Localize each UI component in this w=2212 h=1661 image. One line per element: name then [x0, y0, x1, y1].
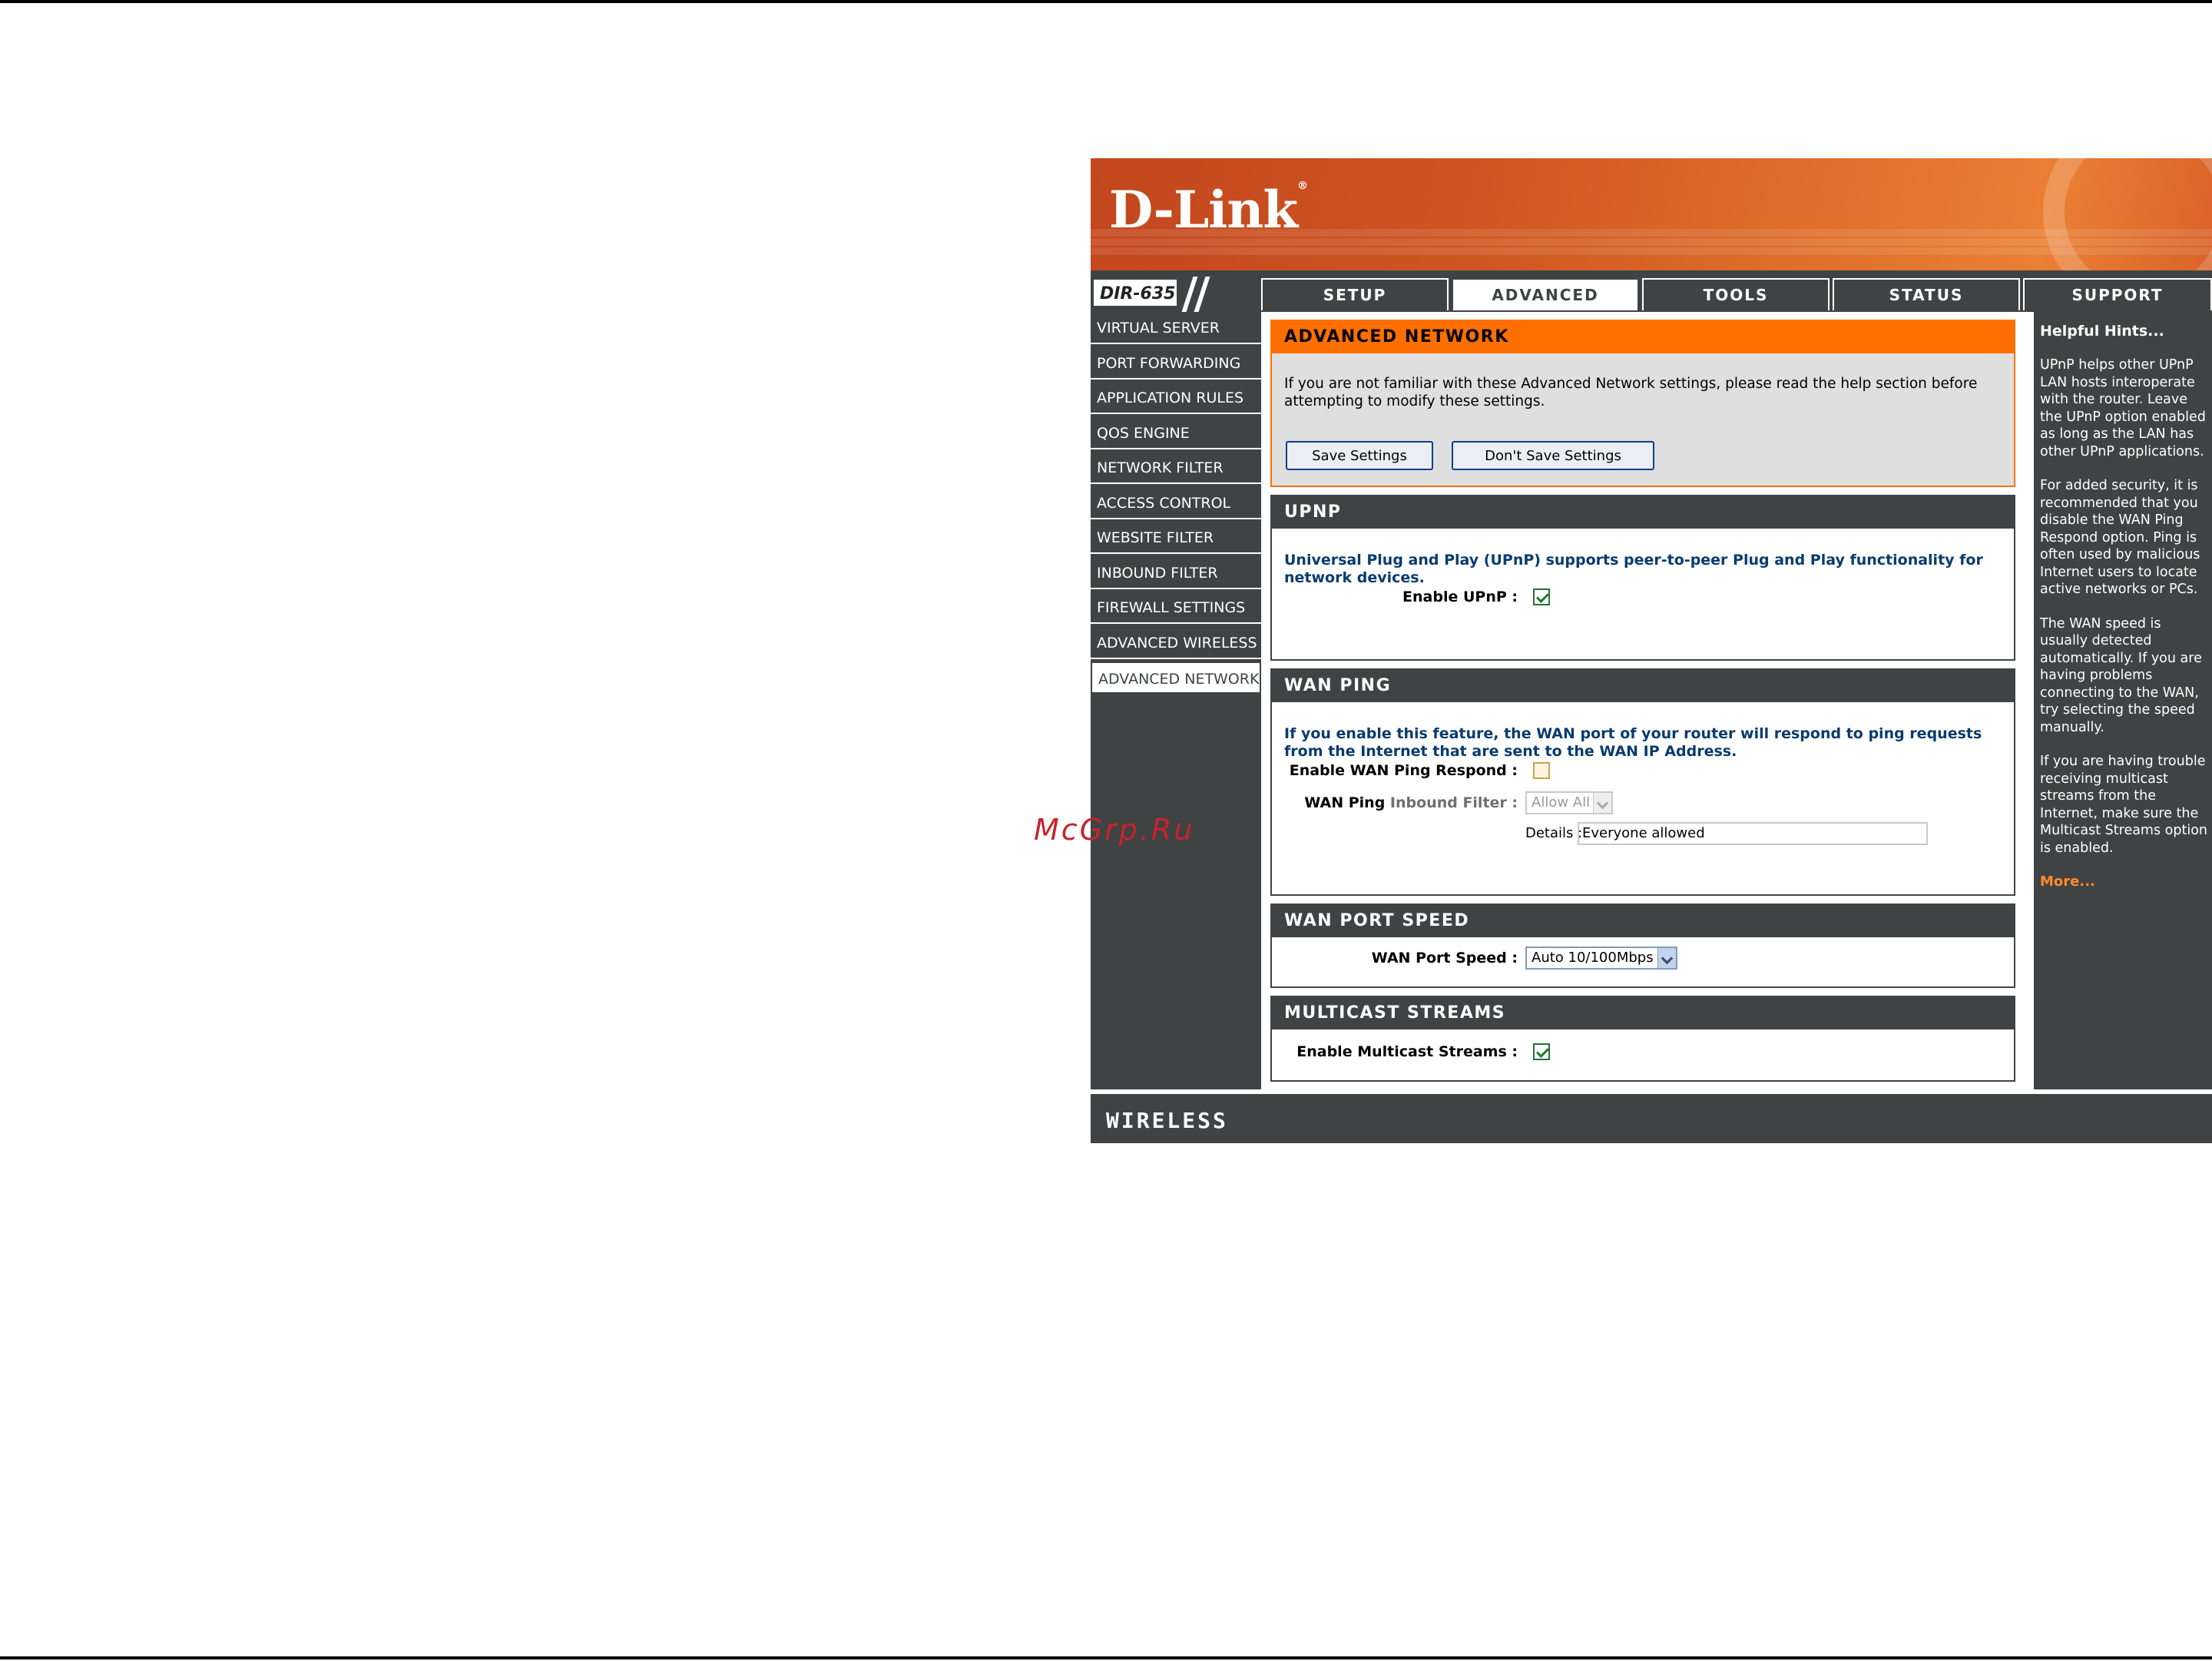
header-banner: D-Link®	[1091, 158, 2212, 270]
hint-multicast: If you are having trouble receiving mult…	[2040, 754, 2207, 856]
tab-support[interactable]: SUPPORT	[2023, 278, 2212, 310]
main-content: ADVANCED NETWORK If you are not familiar…	[1261, 312, 2029, 1089]
tab-tools[interactable]: TOOLS	[1642, 278, 1830, 310]
model-name: DIR-635	[1100, 284, 1176, 303]
sidebar-item-firewall-settings[interactable]: FIREWALL SETTINGS	[1091, 592, 1261, 624]
router-admin-window: D-Link® DIR-635 SETUP ADVANCED TOOLS STA…	[1091, 158, 2212, 1143]
wan-ping-filter-row: WAN Ping Inbound Filter : Allow All	[1272, 791, 2014, 814]
model-badge: DIR-635	[1092, 277, 1260, 312]
dlink-logo: D-Link®	[1109, 180, 1308, 240]
wan-ping-description: If you enable this feature, the WAN port…	[1284, 725, 1982, 760]
intro-text: If you are not familiar with these Advan…	[1284, 376, 1978, 409]
sidebar-item-website-filter[interactable]: WEBSITE FILTER	[1091, 522, 1261, 554]
sidebar-item-virtual-server[interactable]: VIRTUAL SERVER	[1091, 312, 1261, 344]
multicast-header: MULTICAST STREAMS	[1272, 997, 2014, 1029]
sidebar-item-advanced-wireless[interactable]: ADVANCED WIRELESS	[1091, 626, 1261, 659]
wireless-logo: WIRELESS	[1106, 1108, 1228, 1133]
footer-bar: WIRELESS	[1091, 1089, 2212, 1143]
hint-wan-ping: For added security, it is recommended th…	[2040, 478, 2200, 597]
upnp-header: UPNP	[1272, 496, 2014, 529]
tab-setup[interactable]: SETUP	[1261, 278, 1449, 310]
chevron-down-icon	[1593, 793, 1611, 813]
wan-port-speed-select[interactable]: Auto 10/100Mbps	[1525, 947, 1677, 970]
hints-title: Helpful Hints...	[2040, 323, 2164, 340]
sidebar-item-qos-engine[interactable]: QOS ENGINE	[1091, 416, 1261, 449]
page-title: ADVANCED NETWORK	[1272, 321, 2014, 353]
wan-ping-respond-checkbox[interactable]	[1533, 762, 1550, 779]
sidebar-item-advanced-network[interactable]: ADVANCED NETWORK	[1091, 661, 1261, 694]
upnp-description: Universal Plug and Play (UPnP) supports …	[1284, 552, 1983, 586]
hint-wan-speed: The WAN speed is usually detected automa…	[2040, 615, 2202, 735]
wan-ping-filter-label: WAN Ping Inbound Filter :	[1304, 794, 1518, 811]
tab-advanced[interactable]: ADVANCED	[1452, 278, 1639, 310]
upnp-enable-row: Enable UPnP :	[1272, 585, 2014, 608]
tab-status[interactable]: STATUS	[1833, 278, 2020, 310]
more-hints-link[interactable]: More...	[2040, 874, 2207, 890]
dont-save-settings-button[interactable]: Don't Save Settings	[1452, 441, 1654, 470]
chevron-down-icon	[1657, 948, 1676, 968]
hint-upnp: UPnP helps other UPnP LAN hosts interope…	[2040, 357, 2206, 459]
page-bottom-rule	[0, 1656, 2212, 1659]
details-label: Details :	[1525, 825, 1583, 841]
upnp-section: UPNP Universal Plug and Play (UPnP) supp…	[1270, 495, 2015, 661]
sidebar-item-network-filter[interactable]: NETWORK FILTER	[1091, 452, 1261, 484]
multicast-enable-checkbox[interactable]	[1533, 1043, 1550, 1060]
sidebar-item-access-control[interactable]: ACCESS CONTROL	[1091, 486, 1261, 519]
multicast-enable-label: Enable Multicast Streams :	[1296, 1043, 1518, 1060]
intro-section: ADVANCED NETWORK If you are not familiar…	[1270, 320, 2015, 487]
wan-ping-section: WAN PING If you enable this feature, the…	[1270, 668, 2015, 896]
wan-ping-respond-row: Enable WAN Ping Respond :	[1272, 759, 2014, 782]
page-top-rule	[0, 0, 2212, 3]
wan-port-speed-section: WAN PORT SPEED WAN Port Speed : Auto 10/…	[1270, 903, 2015, 988]
helpful-hints-panel: Helpful Hints... UPnP helps other UPnP L…	[2029, 312, 2212, 1089]
multicast-section: MULTICAST STREAMS Enable Multicast Strea…	[1270, 996, 2015, 1082]
multicast-enable-row: Enable Multicast Streams :	[1272, 1040, 2014, 1063]
wan-ping-header: WAN PING	[1272, 670, 2014, 702]
sidebar-nav: VIRTUAL SERVER PORT FORWARDING APPLICATI…	[1091, 312, 1261, 697]
wan-port-speed-label: WAN Port Speed :	[1371, 950, 1518, 966]
sidebar-item-port-forwarding[interactable]: PORT FORWARDING	[1091, 346, 1261, 380]
wan-ping-respond-label: Enable WAN Ping Respond :	[1289, 762, 1518, 779]
sidebar-item-inbound-filter[interactable]: INBOUND FILTER	[1091, 556, 1261, 589]
wan-ping-details-row: Details : Everyone allowed	[1272, 822, 2014, 845]
watermark-text: McGrp.Ru	[1034, 813, 1195, 847]
wan-port-speed-row: WAN Port Speed : Auto 10/100Mbps	[1272, 947, 2014, 970]
wan-ping-filter-select[interactable]: Allow All	[1525, 791, 1613, 814]
save-settings-button[interactable]: Save Settings	[1286, 441, 1433, 470]
upnp-enable-label: Enable UPnP :	[1402, 588, 1518, 605]
wan-port-speed-header: WAN PORT SPEED	[1272, 905, 2014, 937]
upnp-enable-checkbox[interactable]	[1533, 588, 1550, 605]
details-field: Everyone allowed	[1578, 822, 1928, 845]
top-tab-bar: DIR-635 SETUP ADVANCED TOOLS STATUS SUPP…	[1091, 274, 2212, 312]
sidebar-item-application-rules[interactable]: APPLICATION RULES	[1091, 382, 1261, 414]
